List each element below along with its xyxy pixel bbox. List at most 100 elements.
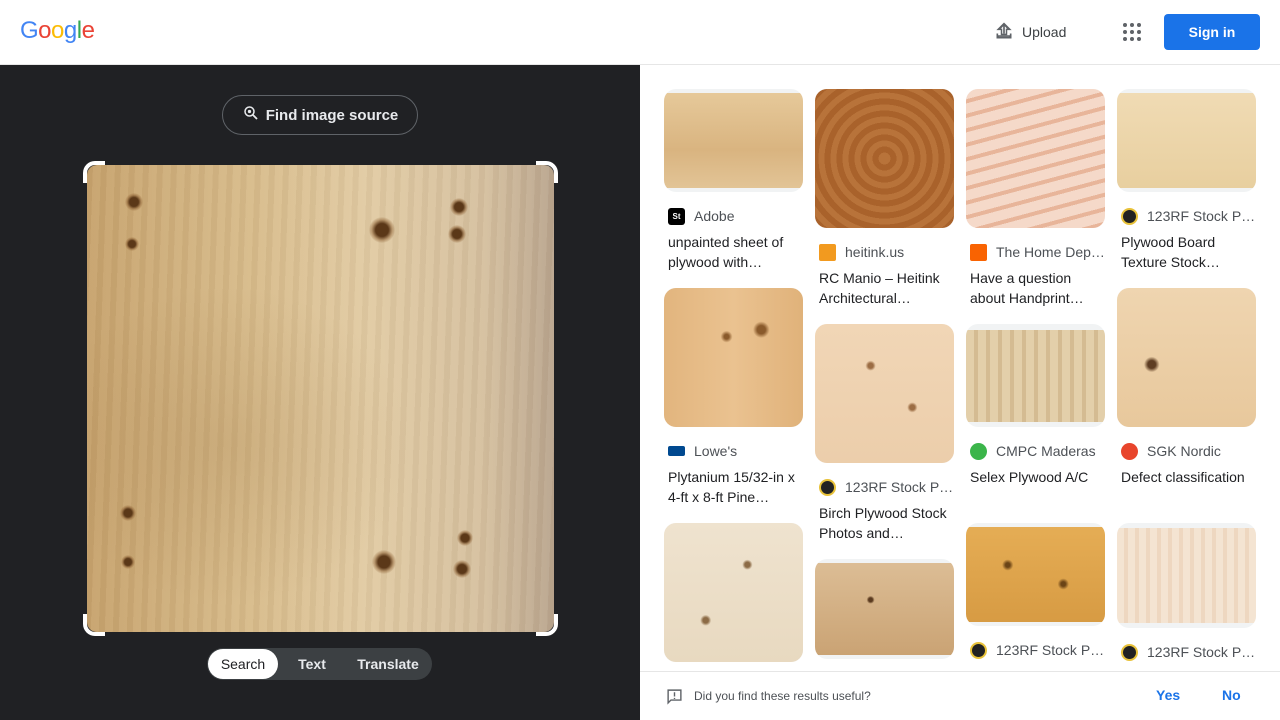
result-source[interactable]: 123RF Stock P… (1117, 206, 1256, 226)
site-favicon-icon (819, 478, 836, 496)
result-source-name: CMPC Maderas (996, 443, 1096, 459)
result-title[interactable]: Selex Plywood A/C (966, 467, 1105, 507)
result-source-name: Lowe's (694, 443, 738, 459)
crop-handle-bottom-left[interactable] (83, 614, 105, 636)
result-card[interactable] (815, 559, 954, 659)
top-bar: Google Upload Sign in (0, 0, 1280, 65)
feedback-icon (666, 688, 683, 710)
site-favicon-icon (668, 446, 685, 456)
find-image-source-label: Find image source (265, 106, 399, 124)
thumbnail-image (1117, 288, 1256, 427)
crop-handle-top-left[interactable] (83, 161, 105, 183)
result-title[interactable]: RC Manio – Heitink Architectural… (815, 268, 954, 308)
site-favicon-icon (970, 243, 987, 261)
thumbnail-image (664, 93, 803, 188)
feedback-no-button[interactable]: No (1222, 687, 1241, 703)
result-card[interactable]: CMPC Maderas Selex Plywood A/C (966, 324, 1105, 507)
result-thumbnail[interactable] (815, 89, 954, 228)
result-thumbnail[interactable] (815, 559, 954, 659)
thumbnail-image (664, 288, 803, 427)
apps-grid-icon (1123, 23, 1141, 41)
result-card[interactable]: 123RF Stock P…Plywood (966, 523, 1105, 671)
site-favicon-icon: St (668, 207, 685, 225)
result-thumbnail[interactable] (664, 89, 803, 192)
result-card[interactable]: Lowe's Plytanium 15/32-in x 4-ft x 8-ft P… (664, 288, 803, 507)
site-favicon-icon (1121, 442, 1138, 460)
result-thumbnail[interactable] (966, 324, 1105, 427)
find-image-source-button[interactable]: Find image source (222, 95, 418, 135)
result-source-name: The Home Dep… (996, 244, 1105, 260)
result-title[interactable]: Plytanium 15/32-in x 4-ft x 8-ft Pine… (664, 467, 803, 507)
result-source[interactable]: 123RF Stock P… (966, 640, 1105, 660)
result-card[interactable] (664, 523, 803, 662)
result-thumbnail[interactable] (664, 288, 803, 427)
thumbnail-image (815, 563, 954, 655)
result-card[interactable]: 123RF Stock P… Birch Plywood Stock Photos… (815, 324, 954, 543)
result-title[interactable]: Plywood Board Texture Stock… (1117, 232, 1256, 272)
site-favicon-icon (970, 442, 987, 460)
result-thumbnail[interactable] (815, 324, 954, 463)
thumbnail-image (966, 527, 1105, 622)
thumbnail-image (815, 89, 954, 228)
logo-letter: o (38, 17, 52, 44)
result-thumbnail[interactable] (966, 89, 1105, 228)
crop-handle-top-right[interactable] (536, 161, 558, 183)
result-source-name: Adobe (694, 208, 735, 224)
feedback-bar: Did you find these results useful? Yes N… (640, 671, 1280, 720)
upload-button[interactable]: Upload (984, 12, 1076, 52)
query-image-panel: Find image source Search Text Translate (0, 65, 640, 720)
google-logo[interactable]: Google (20, 17, 95, 45)
result-thumbnail[interactable] (1117, 523, 1256, 628)
thumbnail-image (966, 330, 1105, 422)
result-thumbnail[interactable] (664, 523, 803, 662)
result-card[interactable]: 123RF Stock P… (1117, 523, 1256, 662)
results-column: The Home Dep… Have a question about Handp… (966, 89, 1105, 671)
result-source-name: 123RF Stock P… (996, 642, 1105, 658)
result-source[interactable]: St Adobe (664, 206, 803, 226)
logo-letter: o (51, 17, 64, 44)
result-source[interactable]: Lowe's (664, 441, 803, 461)
google-apps-button[interactable] (1114, 14, 1150, 50)
mode-tab-translate[interactable]: Translate (346, 649, 430, 679)
feedback-yes-button[interactable]: Yes (1156, 687, 1180, 703)
result-source[interactable]: CMPC Maderas (966, 441, 1105, 461)
image-crop-area[interactable] (83, 161, 558, 636)
feedback-question: Did you find these results useful? (694, 689, 871, 703)
site-favicon-icon (970, 641, 987, 659)
result-title[interactable]: Have a question about Handprint… (966, 268, 1105, 308)
sign-in-button[interactable]: Sign in (1164, 14, 1260, 50)
mode-tab-search[interactable]: Search (208, 649, 278, 679)
result-card[interactable]: 123RF Stock P… Plywood Board Texture Stoc… (1117, 89, 1256, 272)
result-source-name: SGK Nordic (1147, 443, 1221, 459)
thumbnail-image (1117, 93, 1256, 188)
result-card[interactable]: The Home Dep… Have a question about Handp… (966, 89, 1105, 308)
crop-handle-bottom-right[interactable] (536, 614, 558, 636)
result-source[interactable]: 123RF Stock P… (815, 477, 954, 497)
result-source-name: heitink.us (845, 244, 905, 260)
result-thumbnail[interactable] (966, 523, 1105, 626)
result-source[interactable]: heitink.us (815, 242, 954, 262)
result-source-name: 123RF Stock P… (1147, 644, 1256, 660)
result-title[interactable]: unpainted sheet of plywood with… (664, 232, 803, 272)
result-source[interactable]: 123RF Stock P… (1117, 642, 1256, 662)
upload-icon (994, 21, 1014, 44)
result-source[interactable]: SGK Nordic (1117, 441, 1256, 461)
result-card[interactable]: heitink.us RC Manio – Heitink Architectur… (815, 89, 954, 308)
result-source[interactable]: The Home Dep… (966, 242, 1105, 262)
thumbnail-image (664, 523, 803, 662)
result-thumbnail[interactable] (1117, 288, 1256, 427)
result-card[interactable]: SGK Nordic Defect classification (1117, 288, 1256, 507)
result-source-name: 123RF Stock P… (1147, 208, 1256, 224)
results-column: heitink.us RC Manio – Heitink Architectur… (815, 89, 954, 671)
site-favicon-icon (1121, 643, 1138, 661)
site-favicon-icon (819, 243, 836, 261)
lens-search-icon (242, 104, 260, 126)
result-title[interactable]: Defect classification (1117, 467, 1256, 507)
results-column: St Adobe unpainted sheet of plywood with… L… (664, 89, 803, 671)
logo-letter: e (81, 17, 95, 44)
result-card[interactable]: St Adobe unpainted sheet of plywood with… (664, 89, 803, 272)
mode-tab-text[interactable]: Text (278, 649, 346, 679)
results-column: 123RF Stock P… Plywood Board Texture Stoc… (1117, 89, 1256, 671)
result-title[interactable]: Birch Plywood Stock Photos and… (815, 503, 954, 543)
result-thumbnail[interactable] (1117, 89, 1256, 192)
